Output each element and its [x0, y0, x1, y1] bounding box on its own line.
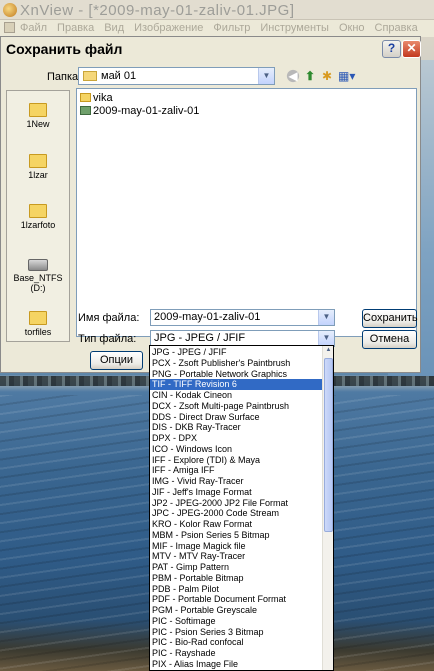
- drive-icon: [28, 259, 48, 271]
- filetype-option[interactable]: ICO - Windows Icon: [150, 444, 322, 455]
- filetype-option[interactable]: PDF - Portable Document Format: [150, 594, 322, 605]
- app-title: XnView - [*2009-may-01-zaliv-01.JPG]: [20, 2, 295, 19]
- dialog-title-bar: Сохранить файл ? ✕: [1, 37, 421, 61]
- scrollbar-thumb[interactable]: [324, 358, 333, 532]
- chevron-down-icon[interactable]: ▼: [318, 310, 334, 325]
- place-item[interactable]: 1lzar: [7, 154, 69, 180]
- save-file-dialog: Сохранить файл ? ✕ Папка: май 01 ▼ ◀ ⬆ ✱…: [0, 36, 421, 373]
- place-label: Base_NTFS (D:): [13, 273, 63, 293]
- file-list[interactable]: vika 2009-may-01-zaliv-01: [76, 88, 417, 337]
- filetype-option[interactable]: PIC - Softimage: [150, 616, 322, 627]
- menu-item[interactable]: Правка: [57, 22, 94, 34]
- filename-label: Имя файла:: [78, 312, 140, 324]
- folder-icon: [29, 204, 47, 218]
- back-icon[interactable]: ◀: [285, 69, 301, 83]
- app-menu-bar: Файл Правка Вид Изображение Фильтр Инструмент…: [0, 20, 434, 37]
- folder-label: Папка:: [47, 71, 82, 83]
- menu-item[interactable]: Изображение: [134, 22, 203, 34]
- place-label: 1lzar: [28, 170, 48, 180]
- chevron-down-icon[interactable]: ▼: [318, 331, 334, 346]
- dropdown-scrollbar[interactable]: ▲: [322, 346, 333, 670]
- folder-select[interactable]: май 01 ▼: [78, 67, 275, 85]
- filetype-option[interactable]: JIF - Jeff's Image Format: [150, 487, 322, 498]
- filetype-option[interactable]: PIC - Psion Series 3 Bitmap: [150, 627, 322, 638]
- filetype-option[interactable]: MBM - Psion Series 5 Bitmap: [150, 530, 322, 541]
- chevron-down-icon[interactable]: ▼: [258, 68, 274, 84]
- filetype-option[interactable]: MIF - Image Magick file: [150, 541, 322, 552]
- menu-item[interactable]: Фильтр: [213, 22, 250, 34]
- filetype-label: Тип файла:: [78, 333, 137, 345]
- filetype-option[interactable]: PIX - Alias Image File: [150, 659, 322, 670]
- views-menu-icon[interactable]: ▦▾: [338, 69, 355, 83]
- file-name: 2009-may-01-zaliv-01: [93, 105, 200, 117]
- new-folder-icon[interactable]: ✱: [319, 69, 335, 83]
- filetype-option[interactable]: JPC - JPEG-2000 Code Stream: [150, 508, 322, 519]
- file-item[interactable]: 2009-may-01-zaliv-01: [80, 105, 199, 118]
- filetype-option[interactable]: PDB - Palm Pilot: [150, 584, 322, 595]
- scroll-up-icon[interactable]: ▲: [324, 347, 333, 357]
- filetype-dropdown-list[interactable]: JPG - JPEG / JFIF PCX - Zsoft Publisher's…: [149, 345, 334, 671]
- filetype-option[interactable]: MTV - MTV Ray-Tracer: [150, 551, 322, 562]
- dialog-title: Сохранить файл: [6, 41, 123, 57]
- jpg-file-icon: [80, 106, 91, 115]
- place-item[interactable]: 1lzarfoto: [7, 204, 69, 230]
- folder-icon: [29, 103, 47, 117]
- place-label: torfiles: [24, 327, 52, 337]
- filetype-option[interactable]: IFF - Amiga IFF: [150, 465, 322, 476]
- filetype-option[interactable]: JPG - JPEG / JFIF: [150, 347, 322, 358]
- folder-icon: [83, 71, 97, 81]
- filetype-option[interactable]: PIC - Rayshade: [150, 648, 322, 659]
- filetype-option[interactable]: TIF - TIFF Revision 6: [150, 379, 322, 391]
- help-button[interactable]: ?: [382, 40, 401, 58]
- filetype-value: JPG - JPEG / JFIF: [154, 332, 246, 344]
- place-label: 1lzarfoto: [20, 220, 56, 230]
- filetype-option[interactable]: JP2 - JPEG-2000 JP2 File Format: [150, 498, 322, 509]
- filetype-option[interactable]: DDS - Direct Draw Surface: [150, 412, 322, 423]
- menu-item[interactable]: Вид: [104, 22, 124, 34]
- up-folder-icon[interactable]: ⬆: [302, 69, 318, 83]
- close-button[interactable]: ✕: [402, 40, 421, 58]
- save-button[interactable]: Сохранить: [362, 309, 418, 328]
- place-item[interactable]: 1New: [7, 103, 69, 129]
- filetype-option[interactable]: PAT - Gimp Pattern: [150, 562, 322, 573]
- folder-icon: [80, 93, 91, 102]
- folder-icon: [29, 154, 47, 168]
- menu-items: Файл Правка Вид Изображение Фильтр Инструмент…: [20, 22, 418, 34]
- filetype-option[interactable]: PGM - Portable Greyscale: [150, 605, 322, 616]
- places-bar: 1New 1lzar 1lzarfoto Base_NTFS (D:) torfiles: [6, 90, 70, 342]
- place-item[interactable]: torfiles: [7, 311, 69, 337]
- menu-item[interactable]: Инструменты: [260, 22, 329, 34]
- options-button[interactable]: Опции: [90, 351, 143, 370]
- menu-item[interactable]: Справка: [375, 22, 418, 34]
- folder-value: май 01: [101, 70, 137, 82]
- filetype-option[interactable]: KRO - Kolor Raw Format: [150, 519, 322, 530]
- file-item[interactable]: vika: [80, 92, 113, 105]
- app-title-bar: XnView - [*2009-may-01-zaliv-01.JPG]: [0, 0, 434, 20]
- menu-item[interactable]: Окно: [339, 22, 365, 34]
- filetype-option[interactable]: DCX - Zsoft Multi-page Paintbrush: [150, 401, 322, 412]
- folder-icon: [29, 311, 47, 325]
- cancel-button[interactable]: Отмена: [362, 330, 417, 349]
- filetype-option[interactable]: DIS - DKB Ray-Tracer: [150, 422, 322, 433]
- filename-value: 2009-may-01-zaliv-01: [154, 311, 261, 323]
- place-item[interactable]: Base_NTFS (D:): [7, 259, 69, 293]
- menu-item[interactable]: Файл: [20, 22, 47, 34]
- filetype-option[interactable]: PCX - Zsoft Publisher's Paintbrush: [150, 358, 322, 369]
- filetype-option[interactable]: IMG - Vivid Ray-Tracer: [150, 476, 322, 487]
- filetype-option[interactable]: IFF - Explore (TDI) & Maya: [150, 455, 322, 466]
- filetype-option[interactable]: DPX - DPX: [150, 433, 322, 444]
- place-label: 1New: [26, 119, 50, 129]
- filetype-option[interactable]: CIN - Kodak Cineon: [150, 390, 322, 401]
- file-name: vika: [93, 92, 113, 104]
- document-icon[interactable]: [4, 22, 15, 33]
- filename-input[interactable]: 2009-may-01-zaliv-01 ▼: [150, 309, 335, 326]
- filetype-option[interactable]: PIC - Bio-Rad confocal: [150, 637, 322, 648]
- xnview-app-icon: [3, 3, 17, 17]
- filetype-option[interactable]: PNG - Portable Network Graphics: [150, 369, 322, 380]
- filetype-option[interactable]: PBM - Portable Bitmap: [150, 573, 322, 584]
